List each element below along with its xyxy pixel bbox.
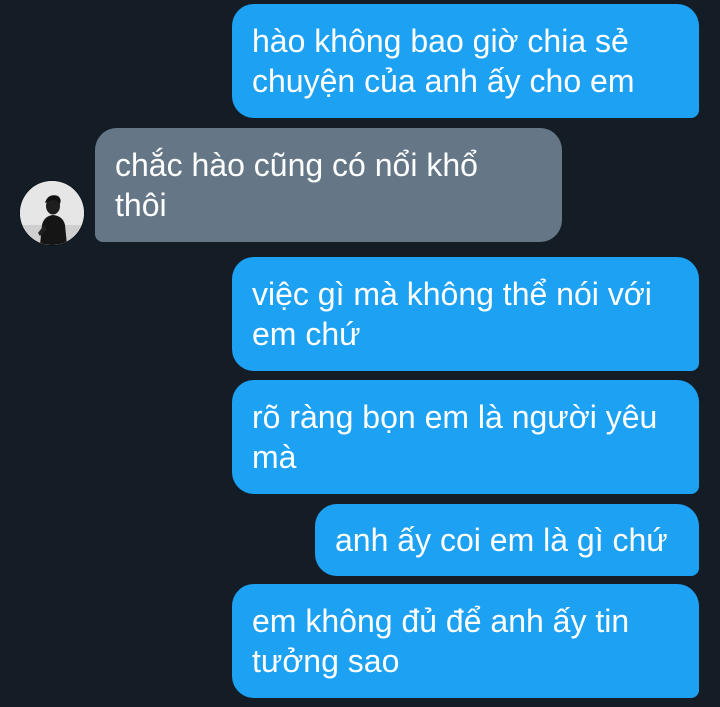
message-bubble-outgoing[interactable]: rõ ràng bọn em là người yêu mà xyxy=(232,380,699,494)
message-text: việc gì mà không thể nói với em chứ xyxy=(252,276,652,352)
message-text: em không đủ để anh ấy tin tưởng sao xyxy=(252,603,630,679)
message-thread: hào không bao giờ chia sẻ chuyện của anh… xyxy=(0,0,720,707)
message-bubble-outgoing[interactable]: anh ấy coi em là gì chứ xyxy=(315,504,699,576)
message-bubble-outgoing[interactable]: em không đủ để anh ấy tin tưởng sao xyxy=(232,584,699,698)
message-text: chắc hào cũng có nổi khổ thôi xyxy=(115,147,478,223)
contact-avatar[interactable] xyxy=(20,181,84,245)
person-silhouette-icon xyxy=(20,181,84,245)
message-text: hào không bao giờ chia sẻ chuyện của anh… xyxy=(252,23,635,99)
message-bubble-outgoing[interactable]: hào không bao giờ chia sẻ chuyện của anh… xyxy=(232,4,699,118)
message-bubble-incoming[interactable]: chắc hào cũng có nổi khổ thôi xyxy=(95,128,562,242)
message-bubble-outgoing[interactable]: việc gì mà không thể nói với em chứ xyxy=(232,257,699,371)
message-text: anh ấy coi em là gì chứ xyxy=(335,522,668,558)
message-text: rõ ràng bọn em là người yêu mà xyxy=(252,399,658,475)
